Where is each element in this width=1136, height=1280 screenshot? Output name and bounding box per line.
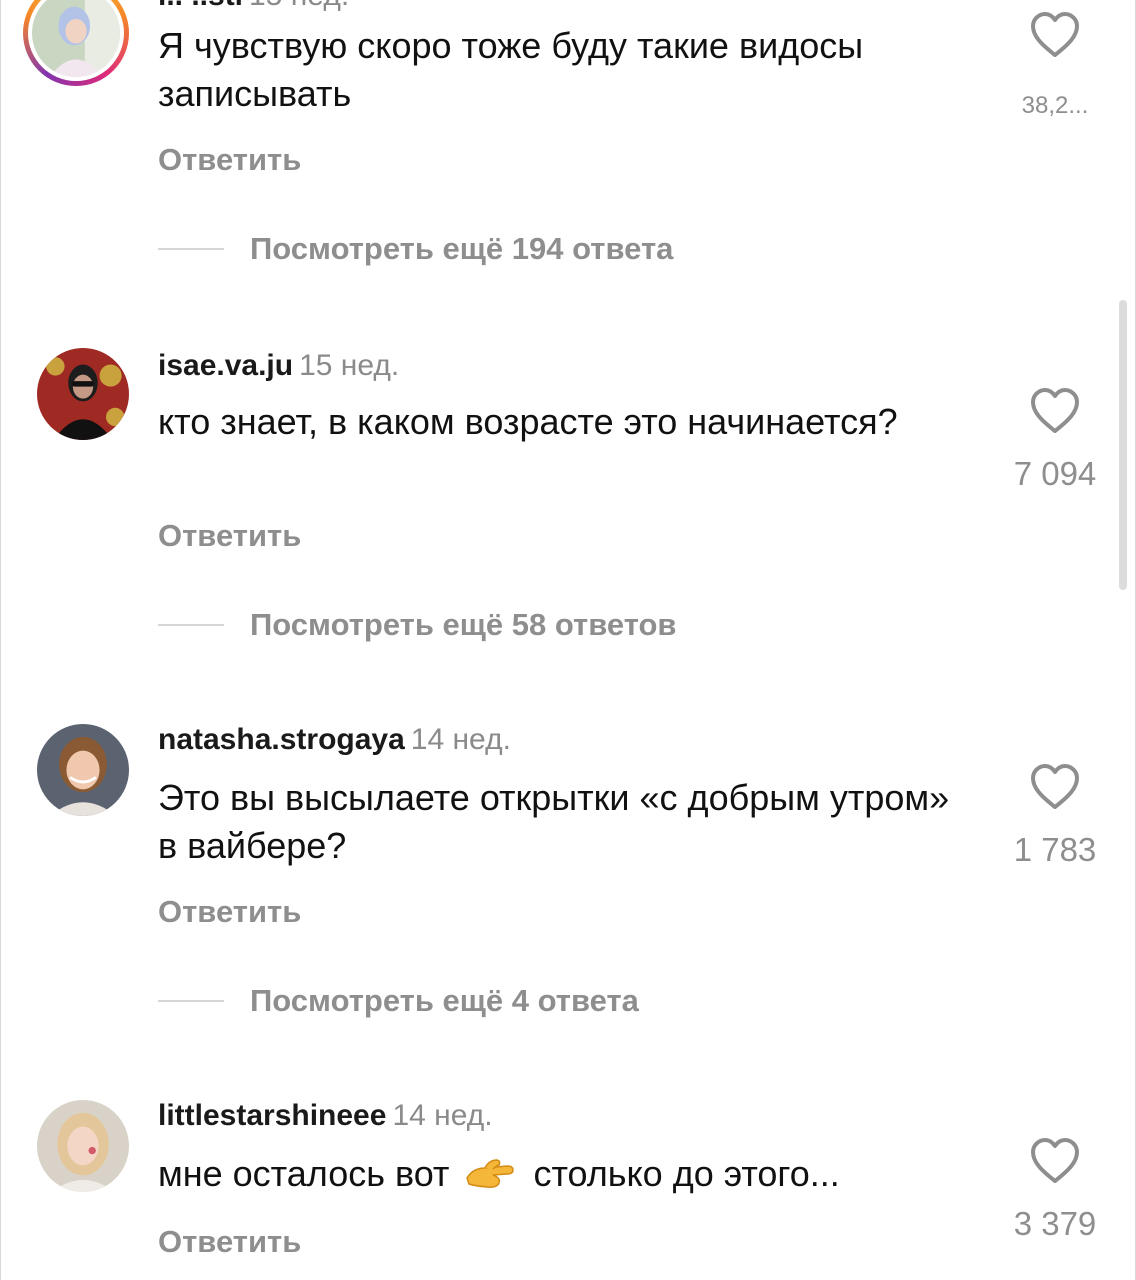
comment-text-part: мне осталось вот <box>158 1153 450 1194</box>
avatar[interactable] <box>37 348 129 440</box>
heart-icon[interactable] <box>1030 12 1080 58</box>
comment-text: кто знает, в каком возрасте это начинает… <box>158 401 898 442</box>
avatar-photo-icon <box>37 724 129 816</box>
view-more-replies-label: Посмотреть ещё 194 ответа <box>250 231 674 266</box>
username[interactable]: i.. ..sti <box>158 0 243 12</box>
view-more-replies-label: Посмотреть ещё 58 ответов <box>250 607 677 642</box>
comment-meta: i.. ..sti 15 нед. <box>158 0 349 14</box>
reply-button[interactable]: Ответить <box>158 1224 301 1260</box>
comment-text: Это вы высылаете открытки «с добрым утро… <box>158 777 950 866</box>
like-count: 3 379 <box>1013 1205 1097 1242</box>
username[interactable]: natasha.strogaya <box>158 723 405 756</box>
like-area: 3 379 <box>985 1138 1125 1244</box>
avatar[interactable] <box>37 724 129 816</box>
comment-meta: natasha.strogaya 14 нед. <box>158 722 511 758</box>
like-count: 1 783 <box>1013 831 1097 868</box>
comment-time: 15 нед. <box>299 349 400 382</box>
view-more-replies[interactable]: Посмотреть ещё 4 ответа <box>158 981 639 1021</box>
divider-line <box>158 1000 224 1002</box>
scrollbar[interactable] <box>1119 300 1127 590</box>
view-more-replies[interactable]: Посмотреть ещё 194 ответа <box>158 229 673 269</box>
comment-meta: littlestarshineee 14 нед. <box>158 1098 493 1134</box>
view-more-replies-label: Посмотреть ещё 4 ответа <box>250 983 639 1018</box>
like-area: 7 094 <box>985 388 1125 494</box>
comment-text: Я чувствую скоро тоже буду такие видосы … <box>158 25 864 114</box>
comment-time: 14 нед. <box>392 1099 493 1132</box>
username[interactable]: littlestarshineee <box>158 1099 386 1132</box>
reply-button[interactable]: Ответить <box>158 894 301 930</box>
divider-line <box>158 248 224 250</box>
reply-button[interactable]: Ответить <box>158 518 301 554</box>
avatar-photo-icon <box>37 348 129 440</box>
heart-icon[interactable] <box>1030 1138 1080 1184</box>
view-more-replies[interactable]: Посмотреть ещё 58 ответов <box>158 605 676 645</box>
comment-text: мне осталось вот столько до этого... <box>158 1150 978 1198</box>
comment-meta: isae.va.ju 15 нед. <box>158 348 399 384</box>
like-area: 1 783 <box>985 764 1125 870</box>
like-count: 7 094 <box>1013 455 1097 492</box>
heart-icon[interactable] <box>1030 388 1080 434</box>
divider-line <box>158 624 224 626</box>
comment-time: 14 нед. <box>410 723 511 756</box>
comment-text-part: столько до этого... <box>533 1153 840 1194</box>
avatar[interactable] <box>37 1100 129 1192</box>
heart-icon[interactable] <box>1030 764 1080 810</box>
avatar-photo-icon <box>32 0 120 77</box>
like-count: 38,2... <box>1021 92 1089 119</box>
avatar[interactable] <box>23 0 129 86</box>
avatar-photo-icon <box>37 1100 129 1192</box>
reply-button[interactable]: Ответить <box>158 142 301 178</box>
username[interactable]: isae.va.ju <box>158 349 293 382</box>
comment-time: 15 нед. <box>249 0 349 12</box>
pinching-hand-emoji-icon <box>466 1159 515 1188</box>
like-area: 38,2... <box>985 12 1125 126</box>
